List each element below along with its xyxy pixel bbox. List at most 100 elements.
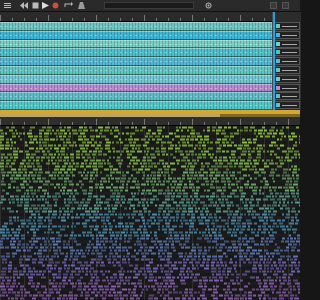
midi-note[interactable] — [243, 174, 247, 177]
midi-note[interactable] — [185, 237, 190, 240]
midi-note[interactable] — [148, 225, 151, 228]
midi-note[interactable] — [185, 240, 189, 243]
midi-note[interactable] — [95, 279, 100, 282]
midi-note[interactable] — [33, 267, 35, 270]
midi-note[interactable] — [203, 177, 208, 180]
midi-note[interactable] — [28, 276, 33, 279]
midi-note[interactable] — [83, 225, 87, 228]
midi-note[interactable] — [57, 255, 59, 258]
midi-note[interactable] — [177, 192, 182, 195]
midi-note[interactable] — [104, 168, 109, 171]
midi-note[interactable] — [81, 162, 84, 165]
midi-note[interactable] — [285, 216, 290, 219]
midi-note[interactable] — [292, 195, 296, 198]
midi-note[interactable] — [118, 213, 122, 216]
midi-note[interactable] — [50, 147, 52, 150]
midi-note[interactable] — [29, 141, 34, 144]
midi-note[interactable] — [45, 147, 48, 150]
midi-note[interactable] — [157, 129, 162, 132]
midi-note[interactable] — [161, 150, 166, 153]
midi-note[interactable] — [155, 135, 160, 138]
midi-note[interactable] — [31, 153, 36, 156]
midi-note[interactable] — [254, 177, 257, 180]
midi-note[interactable] — [162, 213, 165, 216]
midi-note[interactable] — [104, 162, 106, 165]
track-header[interactable] — [274, 66, 300, 74]
midi-note[interactable] — [5, 165, 8, 168]
midi-note[interactable] — [124, 237, 126, 240]
midi-note[interactable] — [221, 174, 224, 177]
midi-note[interactable] — [39, 144, 42, 147]
midi-note[interactable] — [189, 288, 193, 291]
midi-note[interactable] — [202, 144, 206, 147]
midi-note[interactable] — [33, 207, 38, 210]
midi-note[interactable] — [16, 132, 18, 135]
midi-note[interactable] — [116, 234, 119, 237]
midi-note[interactable] — [122, 201, 125, 204]
midi-note[interactable] — [171, 264, 176, 267]
midi-note[interactable] — [124, 198, 126, 201]
midi-note[interactable] — [242, 294, 246, 297]
midi-note[interactable] — [210, 186, 215, 189]
midi-note[interactable] — [59, 126, 62, 129]
midi-note[interactable] — [97, 210, 99, 213]
midi-note[interactable] — [167, 186, 169, 189]
midi-note[interactable] — [194, 231, 197, 234]
midi-note[interactable] — [32, 195, 34, 198]
midi-note[interactable] — [188, 204, 191, 207]
midi-note[interactable] — [35, 288, 37, 291]
midi-note[interactable] — [81, 183, 84, 186]
midi-note[interactable] — [263, 279, 268, 282]
midi-note[interactable] — [285, 183, 288, 186]
midi-note[interactable] — [116, 150, 120, 153]
midi-note[interactable] — [271, 168, 274, 171]
midi-note[interactable] — [105, 144, 110, 147]
midi-note[interactable] — [253, 264, 256, 267]
midi-note[interactable] — [110, 174, 112, 177]
midi-note[interactable] — [227, 273, 229, 276]
midi-note[interactable] — [24, 192, 26, 195]
midi-note[interactable] — [223, 165, 228, 168]
midi-note[interactable] — [141, 138, 146, 141]
midi-note[interactable] — [283, 171, 287, 174]
midi-note[interactable] — [54, 168, 59, 171]
midi-note[interactable] — [179, 231, 183, 234]
midi-note[interactable] — [113, 168, 118, 171]
midi-note[interactable] — [221, 177, 225, 180]
midi-note[interactable] — [88, 195, 92, 198]
midi-note[interactable] — [298, 261, 300, 264]
midi-note[interactable] — [269, 279, 274, 282]
midi-note[interactable] — [91, 144, 95, 147]
midi-note[interactable] — [33, 231, 36, 234]
midi-note[interactable] — [85, 273, 88, 276]
midi-note[interactable] — [273, 261, 276, 264]
midi-note[interactable] — [298, 291, 300, 294]
midi-note[interactable] — [56, 150, 59, 153]
midi-note[interactable] — [0, 129, 3, 132]
midi-note[interactable] — [193, 204, 196, 207]
midi-note[interactable] — [182, 189, 185, 192]
midi-note[interactable] — [100, 264, 105, 267]
midi-note[interactable] — [128, 282, 130, 285]
midi-note[interactable] — [212, 219, 214, 222]
midi-note[interactable] — [274, 285, 277, 288]
midi-note[interactable] — [237, 216, 242, 219]
midi-note[interactable] — [179, 291, 182, 294]
midi-note[interactable] — [64, 180, 67, 183]
midi-note[interactable] — [173, 249, 176, 252]
midi-note[interactable] — [101, 225, 104, 228]
midi-note[interactable] — [106, 198, 111, 201]
midi-note[interactable] — [124, 234, 127, 237]
midi-note[interactable] — [20, 183, 24, 186]
midi-note[interactable] — [136, 297, 140, 300]
midi-note[interactable] — [85, 207, 87, 210]
midi-note[interactable] — [260, 288, 264, 291]
midi-note[interactable] — [13, 153, 18, 156]
midi-note[interactable] — [295, 213, 298, 216]
midi-note[interactable] — [274, 249, 279, 252]
midi-note[interactable] — [290, 294, 294, 297]
midi-note[interactable] — [281, 156, 283, 159]
midi-note[interactable] — [68, 165, 73, 168]
midi-note[interactable] — [125, 126, 129, 129]
midi-note[interactable] — [173, 192, 175, 195]
